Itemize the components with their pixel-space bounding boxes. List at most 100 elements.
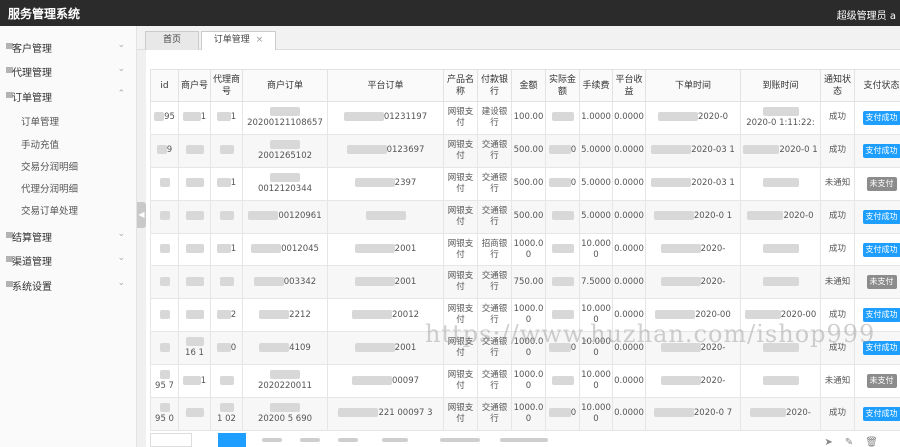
arrive-time-cell: 2020- bbox=[740, 397, 821, 431]
order-id-cell bbox=[150, 331, 179, 366]
column-header: 到账时间 bbox=[740, 69, 821, 102]
column-header: 通知状态 bbox=[820, 69, 855, 102]
amount-cell: 500.00 bbox=[511, 133, 546, 168]
column-header: 手续费 bbox=[579, 69, 613, 102]
redacted-value bbox=[159, 370, 170, 380]
redacted-value bbox=[185, 178, 204, 188]
share-icon[interactable]: ➤ bbox=[825, 437, 845, 447]
merchant-order-cell: 0012045 bbox=[242, 232, 328, 267]
page-current-button[interactable] bbox=[218, 433, 246, 447]
table-header-row: id 商户号 代理商号 商户订单 平台订单 产品名称 付款银行 金额 实际金额 手续费 平台收益 下单… bbox=[150, 69, 900, 102]
redacted-value bbox=[216, 342, 231, 352]
product-cell: 网银支付 bbox=[443, 101, 478, 135]
amount-cell: 1000.0 0 bbox=[511, 397, 546, 431]
cell-text: 交通银行 bbox=[481, 304, 508, 326]
sidebar-item-system-settings[interactable]: 系统设置 ⌄ bbox=[0, 270, 137, 296]
cell-text: 0.0000 bbox=[614, 276, 644, 287]
merchant-no-cell: 1 bbox=[178, 101, 211, 135]
submenu-label: 交易订单处理 bbox=[21, 206, 79, 217]
redacted-value bbox=[159, 244, 170, 253]
cell-text: 交通银行 bbox=[481, 205, 508, 227]
table-row[interactable]: 16 1 0 4109 2001 网银支付 交通银行 1000.0 0 0 10.000 0 0.… bbox=[150, 331, 900, 366]
table-row[interactable]: 00120961 网银支付 交通银行 500.00 5.0000 0.0000 2020-0… bbox=[150, 199, 900, 234]
cell-text: 交通银行 bbox=[481, 370, 508, 392]
trash-icon[interactable]: 🗑 bbox=[865, 437, 890, 447]
page-prev-button[interactable] bbox=[150, 433, 192, 447]
order-id-cell bbox=[150, 298, 179, 333]
table-row[interactable]: 1 0012045 2001 网银支付 招商银行 1000.0 0 10.000 0 0.00… bbox=[150, 232, 900, 267]
cell-text: 招商银行 bbox=[481, 238, 508, 260]
pay-status-cell: 未支付 bbox=[854, 265, 900, 300]
submenu-agent-profit-detail[interactable]: 代理分润明细 bbox=[0, 175, 137, 197]
profit-cell: 0.0000 bbox=[612, 397, 646, 431]
product-cell: 网银支付 bbox=[443, 364, 478, 399]
amount-cell: 500.00 bbox=[511, 199, 546, 234]
edit-icon[interactable]: ✎ bbox=[845, 437, 865, 447]
actual-amount-cell: 0 bbox=[545, 133, 580, 168]
redacted-value bbox=[747, 211, 784, 221]
submenu-manual-recharge[interactable]: 手动充值 bbox=[0, 131, 137, 153]
sidebar-item-channels[interactable]: 渠道管理 ⌄ bbox=[0, 245, 137, 271]
cell-text: 交通银行 bbox=[481, 172, 508, 194]
merchant-order-cell: 003342 bbox=[242, 265, 328, 300]
cell-text: 500.00 bbox=[513, 145, 544, 156]
bottom-tool-icons: ➤✎🗑 bbox=[825, 437, 890, 447]
submenu-label: 代理分润明细 bbox=[21, 184, 79, 195]
notify-status-cell: 成功 bbox=[820, 101, 855, 135]
cell-text: 1 02 bbox=[217, 413, 236, 424]
cell-text: 2020-0 bbox=[783, 211, 814, 222]
sidebar-collapse-handle[interactable]: ◀ bbox=[137, 202, 146, 228]
table-row[interactable]: 95 7 1 2020220011 00097 网银支付 交通银行 1000.0 0 10.0… bbox=[150, 364, 900, 399]
redacted-value bbox=[259, 342, 290, 352]
redacted-value bbox=[653, 211, 694, 221]
order-time-cell: 2020-03 1 bbox=[645, 166, 741, 201]
tab-order-management[interactable]: 订单管理 × bbox=[201, 31, 276, 51]
sidebar-item-settlement[interactable]: 结算管理 ⌄ bbox=[0, 221, 137, 247]
product-cell: 网银支付 bbox=[443, 166, 478, 201]
submenu-order-management[interactable]: 订单管理 bbox=[0, 108, 137, 130]
page-number[interactable] bbox=[300, 438, 320, 442]
product-cell: 网银支付 bbox=[443, 265, 478, 300]
bank-cell: 交通银行 bbox=[477, 133, 512, 168]
cell-text: 1000.0 0 bbox=[513, 304, 544, 326]
sidebar-item-orders[interactable]: 订单管理 ⌃ bbox=[0, 81, 137, 107]
cell-text: 2020-0 1 bbox=[779, 145, 818, 156]
merchant-no-cell bbox=[178, 199, 211, 234]
submenu-trade-order-processing[interactable]: 交易订单处理 bbox=[0, 197, 137, 219]
table-row[interactable]: 003342 2001 网银支付 交通银行 750.00 7.5000 0.0000 2020… bbox=[150, 265, 900, 300]
page-number[interactable] bbox=[382, 438, 408, 442]
submenu-trade-profit-detail[interactable]: 交易分润明细 bbox=[0, 153, 137, 175]
page-number[interactable] bbox=[338, 438, 358, 442]
table-row[interactable]: 9 2001265102 0123697 网银支付 交通银行 500.00 0 5.0000 0… bbox=[150, 133, 900, 168]
table-row[interactable]: 1 0012120344 2397 网银支付 交通银行 500.00 0 5.0000 0.00… bbox=[150, 166, 900, 201]
table-row[interactable]: 2 2212 20012 网银支付 交通银行 1000.0 0 10.000 0 0.0000… bbox=[150, 298, 900, 333]
cell-text: 5.0000 bbox=[581, 145, 611, 156]
actual-amount-cell bbox=[545, 265, 580, 300]
cell-text: 2020-00 bbox=[695, 309, 731, 320]
redacted-value bbox=[346, 145, 387, 155]
page-jump[interactable] bbox=[440, 438, 480, 442]
cell-text: 0 bbox=[570, 408, 577, 419]
fee-cell: 10.000 0 bbox=[579, 232, 613, 267]
column-header: 下单时间 bbox=[645, 69, 741, 102]
table-row[interactable]: 95 01 02 20200 5 690 221 00097 3 网银支付 交通银行 10… bbox=[150, 397, 900, 431]
fee-cell: 1.0000 bbox=[579, 101, 613, 135]
column-header: 商户号 bbox=[178, 69, 211, 102]
cell-text: 5.0000 bbox=[581, 178, 611, 189]
notify-status-cell: 成功 bbox=[820, 331, 855, 366]
table-row[interactable]: 95 1 1 20200121108657 01231197 网银支付 建设银行 100.00… bbox=[150, 101, 900, 135]
sidebar-item-customers[interactable]: 客户管理 ⌄ bbox=[0, 32, 137, 58]
redacted-value bbox=[159, 342, 170, 352]
product-cell: 网银支付 bbox=[443, 397, 478, 431]
app-title: 服务管理系统 bbox=[8, 7, 81, 21]
cell-text: 2020- bbox=[786, 408, 811, 419]
page-number[interactable] bbox=[262, 438, 282, 442]
current-user[interactable]: 超级管理员 a bbox=[837, 7, 896, 22]
sidebar-item-agents[interactable]: 代理管理 ⌄ bbox=[0, 56, 137, 82]
cell-text: 0 bbox=[570, 145, 577, 156]
cell-text: 0.0000 bbox=[614, 375, 644, 386]
close-icon[interactable]: × bbox=[256, 35, 264, 45]
redacted-value bbox=[548, 178, 571, 188]
tab-home[interactable]: 首页 bbox=[145, 31, 199, 50]
redacted-value bbox=[216, 309, 231, 319]
